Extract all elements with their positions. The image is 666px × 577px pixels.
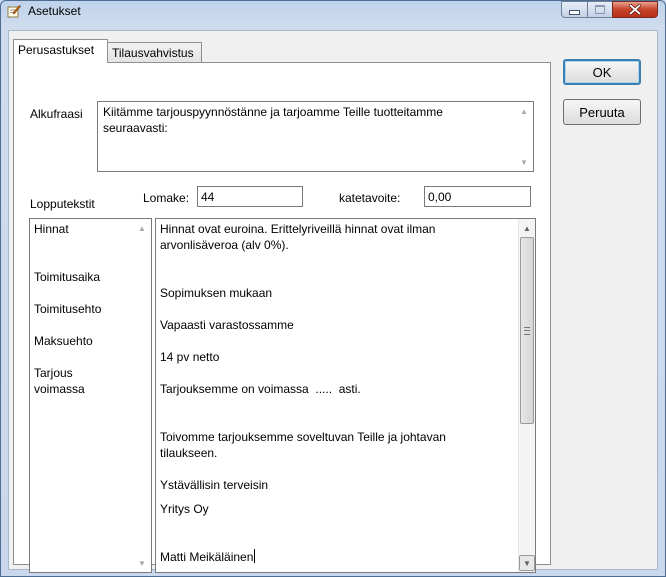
minimize-button[interactable]	[561, 1, 588, 18]
list-item[interactable]: Toimitusaika	[34, 269, 100, 285]
lopputekstit-label: Lopputekstit	[30, 197, 95, 211]
window-title: Asetukset	[28, 4, 81, 18]
list-item[interactable]: Hinnat	[34, 221, 69, 237]
body-line: Matti Meikäläinen	[160, 550, 254, 564]
body-scrollbar[interactable]: ▲ ▼	[518, 219, 535, 572]
text-caret	[254, 549, 256, 563]
body-line: Hinnat ovat euroina. Erittelyriveillä hi…	[160, 222, 436, 236]
alkufraasi-line: Kiitämme tarjouspyynnöstänne ja tarjoamm…	[103, 105, 443, 119]
katetavoite-label: katetavoite:	[339, 191, 401, 205]
close-button[interactable]	[612, 1, 658, 18]
lopputeksti-textarea[interactable]: Hinnat ovat euroina. Erittelyriveillä hi…	[155, 218, 536, 573]
scroll-down-icon[interactable]: ▼	[516, 154, 532, 170]
alkufraasi-line: seuraavasti:	[103, 121, 168, 135]
cancel-button[interactable]: Peruuta	[563, 99, 641, 125]
lomake-input[interactable]	[197, 186, 303, 207]
alkufraasi-label: Alkufraasi	[30, 107, 83, 121]
body-line: Vapaasti varastossamme	[160, 318, 294, 332]
alkufraasi-textarea[interactable]: Kiitämme tarjouspyynnöstänne ja tarjoamm…	[97, 101, 534, 172]
body-line: Tarjouksemme on voimassa ..... asti.	[160, 382, 361, 396]
scroll-up-icon[interactable]: ▲	[519, 220, 535, 236]
maximize-button	[587, 1, 613, 18]
alkufraasi-scrollbar[interactable]: ▲ ▼	[516, 102, 533, 171]
settings-window: Asetukset Perusastukset Tilausvahvistus …	[0, 0, 666, 577]
scroll-up-icon[interactable]: ▲	[516, 103, 532, 119]
scroll-up-icon[interactable]: ▲	[134, 220, 150, 236]
scroll-down-icon[interactable]: ▼	[519, 555, 535, 571]
list-item[interactable]: Toimitusehto	[34, 301, 101, 317]
list-item[interactable]: Tarjous	[34, 365, 73, 381]
tab-tilausvahvistus[interactable]: Tilausvahvistus	[107, 42, 202, 63]
minimize-icon	[569, 10, 580, 15]
body-line: Toivomme tarjouksemme soveltuvan Teille …	[160, 430, 446, 444]
lomake-label: Lomake:	[143, 191, 190, 205]
list-item[interactable]: Maksuehto	[34, 333, 93, 349]
dialog-client-area: Perusastukset Tilausvahvistus Alkufraasi…	[8, 30, 658, 573]
close-icon	[629, 4, 641, 15]
body-line: Yritys Oy	[160, 502, 209, 516]
scroll-thumb[interactable]	[520, 237, 534, 424]
ok-button[interactable]: OK	[563, 59, 641, 85]
list-scrollbar[interactable]: ▲ ▼	[134, 219, 151, 572]
maximize-icon	[595, 5, 605, 14]
pencil-note-icon	[7, 5, 21, 18]
scroll-down-icon[interactable]: ▼	[134, 555, 150, 571]
body-line: 14 pv netto	[160, 350, 220, 364]
list-item[interactable]: voimassa	[34, 381, 85, 397]
tab-perusastukset[interactable]: Perusastukset	[13, 39, 108, 63]
body-line-with-caret: Matti Meikäläinen	[160, 549, 256, 565]
body-line: arvonlisäveroa (alv 0%).	[160, 238, 289, 252]
body-line: Sopimuksen mukaan	[160, 286, 273, 300]
body-line: tilaukseen.	[160, 446, 218, 460]
katetavoite-input[interactable]	[424, 186, 531, 207]
lopputekstit-list[interactable]: Hinnat Toimitusaika Toimitusehto Maksueh…	[29, 218, 152, 573]
tab-panel: Alkufraasi Kiitämme tarjouspyynnöstänne …	[13, 62, 551, 573]
grip-icon	[524, 326, 530, 335]
body-line: Ystävällisin terveisin	[160, 478, 269, 492]
title-bar[interactable]: Asetukset	[1, 1, 665, 23]
